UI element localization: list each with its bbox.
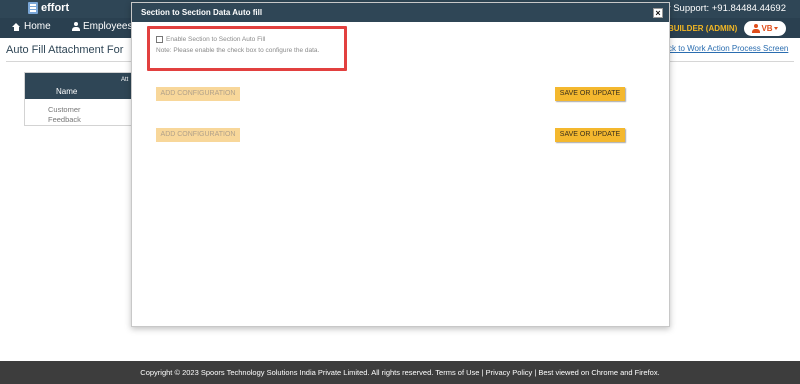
logo-text: effort (41, 2, 70, 14)
save-or-update-button[interactable]: SAVE OR UPDATE (555, 128, 625, 142)
logo-icon (28, 2, 38, 14)
modal-title: Section to Section Data Auto fill (141, 8, 263, 17)
auto-fill-modal: Section to Section Data Auto fill × Enab… (131, 2, 670, 327)
nav-employees-label: Employees (83, 21, 133, 32)
column-header-name: Name (56, 87, 78, 96)
back-to-work-action-link[interactable]: ck to Work Action Process Screen (668, 44, 788, 53)
column-header-attachment: Att (121, 77, 129, 83)
attachment-table: Name Att Customer Feedback (24, 72, 132, 126)
note-text: Note: Please enable the check box to con… (156, 47, 320, 54)
user-icon (72, 22, 80, 31)
table-cell-name: Customer Feedback (48, 105, 81, 124)
home-icon (12, 22, 21, 31)
app-logo[interactable]: effort (28, 2, 69, 14)
save-or-update-button[interactable]: SAVE OR UPDATE (555, 87, 625, 101)
nav-home-label: Home (24, 21, 51, 32)
user-menu-button[interactable]: VB (744, 21, 786, 36)
nav-employees[interactable]: Employees (72, 21, 132, 32)
close-button[interactable]: × (653, 8, 663, 18)
enable-auto-fill-label[interactable]: Enable Section to Section Auto Fill (166, 36, 265, 43)
caret-down-icon (773, 27, 778, 30)
add-configuration-button[interactable]: ADD CONFIGURATION (156, 128, 240, 142)
nav-home[interactable]: Home (12, 21, 51, 32)
nav-builder-admin[interactable]: BUILDER (ADMIN) (668, 24, 737, 33)
add-configuration-button[interactable]: ADD CONFIGURATION (156, 87, 240, 101)
page-title: Auto Fill Attachment For (6, 44, 124, 56)
user-initials: VB (761, 24, 773, 33)
table-header: Name Att (25, 73, 131, 99)
enable-auto-fill-row[interactable]: Enable Section to Section Auto Fill (156, 36, 265, 43)
enable-auto-fill-checkbox[interactable] (156, 36, 163, 43)
modal-header: Section to Section Data Auto fill × (132, 3, 669, 22)
footer: Copyright © 2023 Spoors Technology Solut… (0, 361, 800, 384)
user-icon (752, 24, 761, 33)
